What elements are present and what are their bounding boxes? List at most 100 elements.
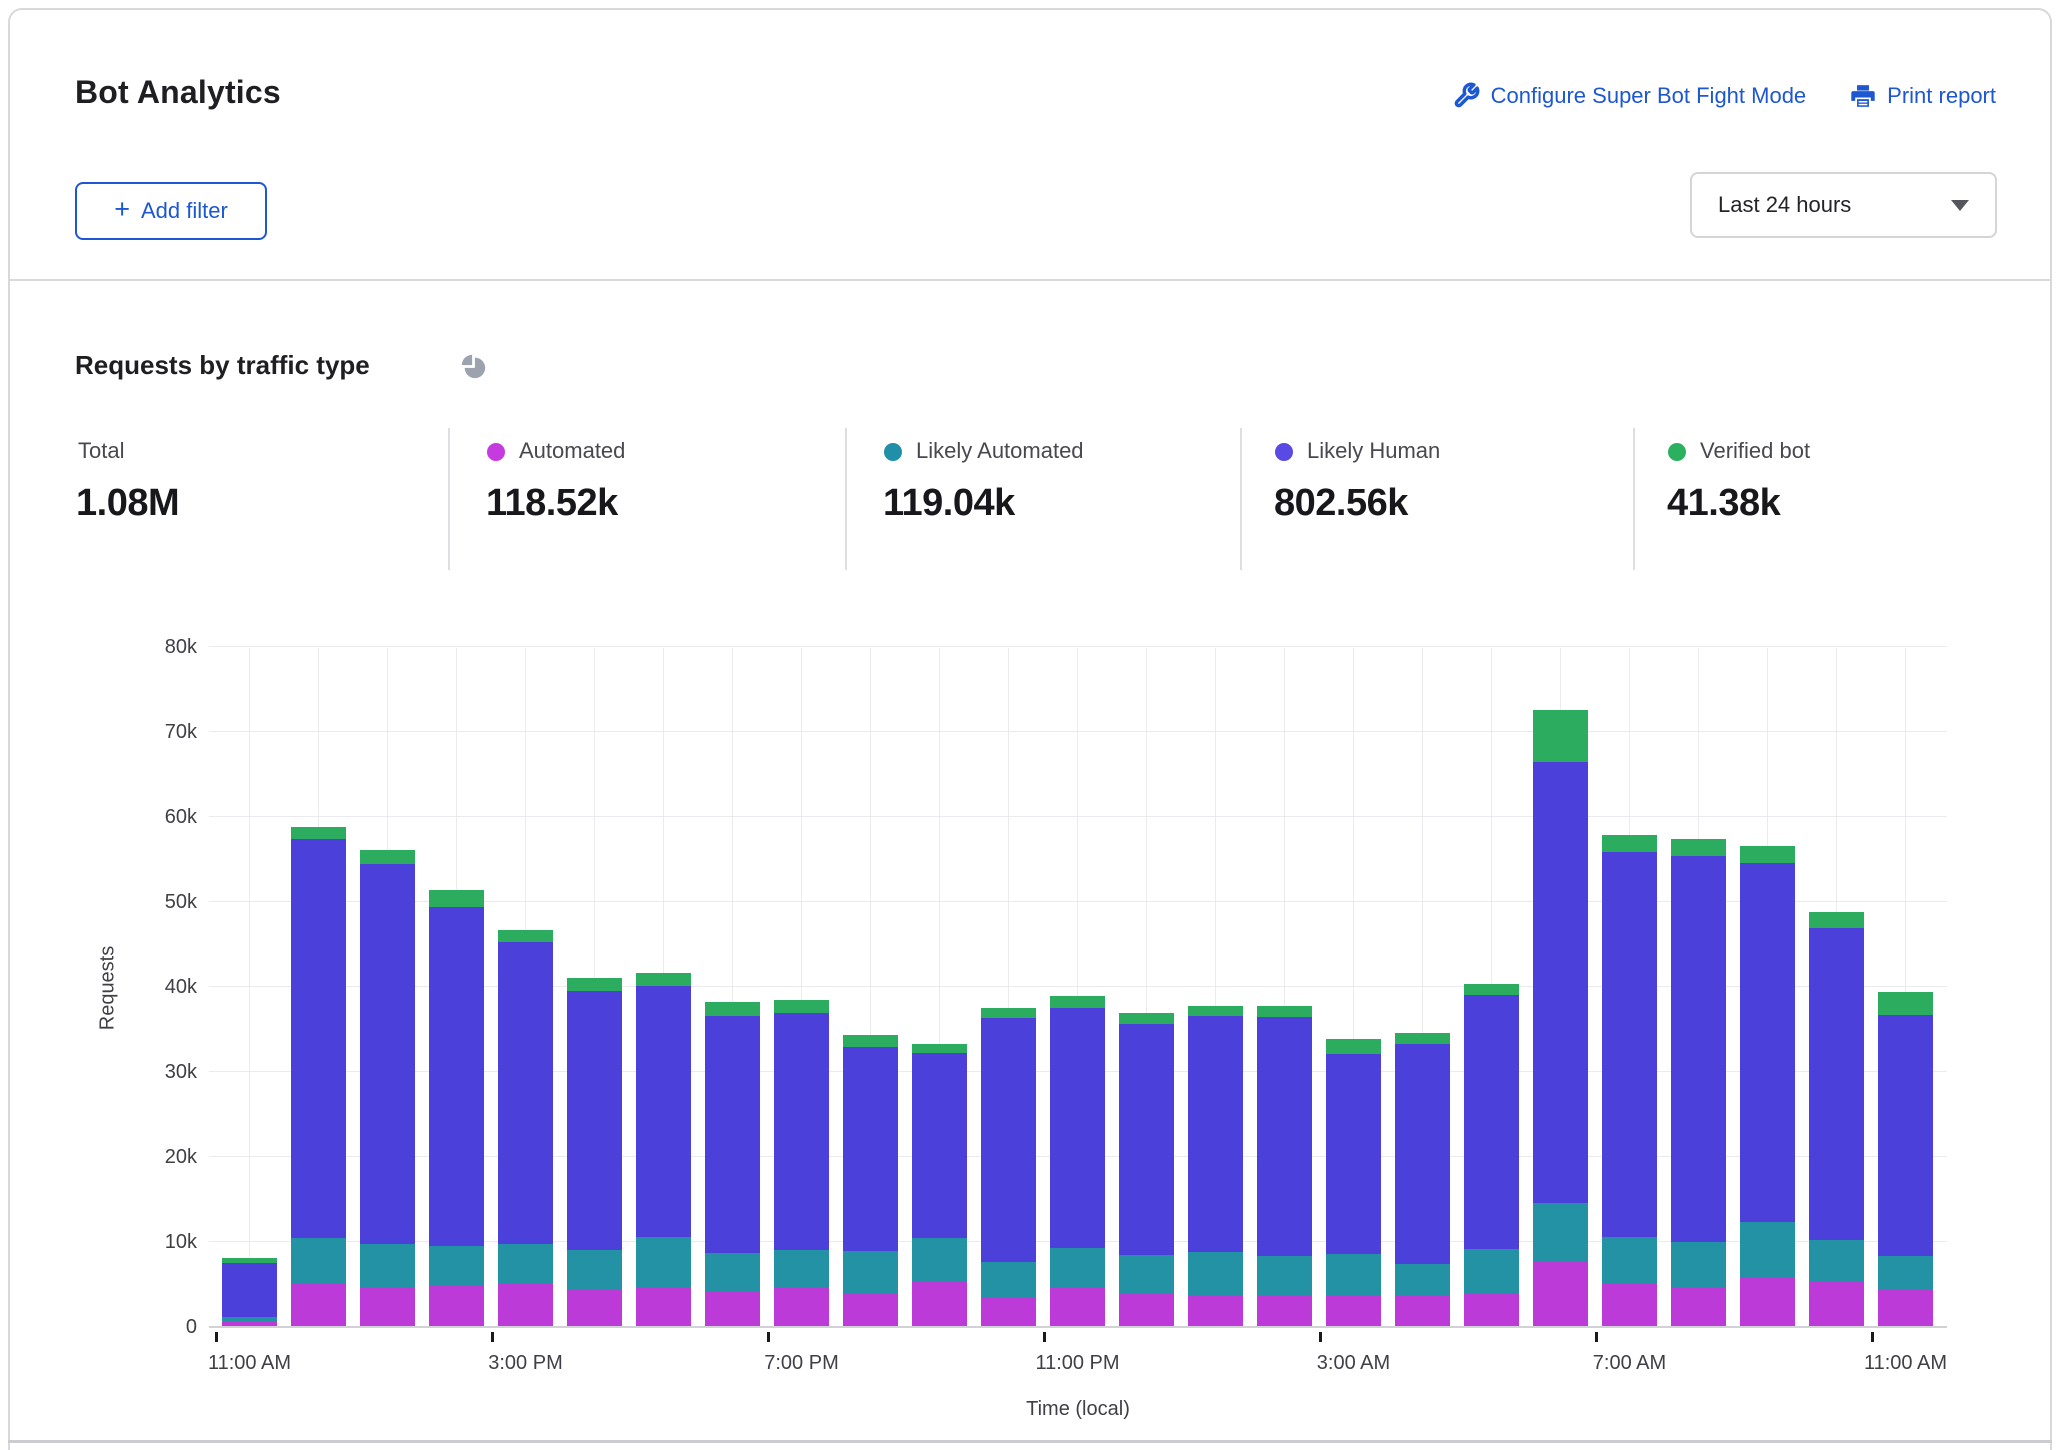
- bar-segment-automated[interactable]: [1464, 1294, 1519, 1326]
- stat-total-value[interactable]: 1.08M: [76, 482, 179, 525]
- bar-segment-verified-bot[interactable]: [1878, 992, 1933, 1015]
- bar-segment-likely-automated[interactable]: [291, 1238, 346, 1285]
- bar-segment-automated[interactable]: [360, 1288, 415, 1326]
- bar-segment-automated[interactable]: [1878, 1289, 1933, 1326]
- bar-segment-likely-automated[interactable]: [222, 1317, 277, 1322]
- configure-super-bot-fight-mode-link[interactable]: Configure Super Bot Fight Mode: [1453, 82, 1807, 109]
- bar-segment-automated[interactable]: [567, 1289, 622, 1326]
- bar-segment-likely-human[interactable]: [1878, 1015, 1933, 1256]
- bar-segment-likely-human[interactable]: [1119, 1024, 1174, 1255]
- bar-segment-verified-bot[interactable]: [981, 1008, 1036, 1018]
- bar-segment-verified-bot[interactable]: [1050, 996, 1105, 1008]
- bar-segment-verified-bot[interactable]: [1464, 984, 1519, 995]
- bar-segment-likely-automated[interactable]: [1464, 1249, 1519, 1294]
- bar-segment-likely-human[interactable]: [1257, 1017, 1312, 1256]
- bar-segment-likely-automated[interactable]: [1326, 1254, 1381, 1295]
- bar-segment-likely-automated[interactable]: [1188, 1252, 1243, 1296]
- bar-segment-verified-bot[interactable]: [843, 1035, 898, 1047]
- bar-segment-likely-human[interactable]: [1533, 762, 1588, 1202]
- add-filter-button[interactable]: + Add filter: [75, 182, 267, 240]
- bar-segment-likely-human[interactable]: [1395, 1044, 1450, 1264]
- bar-segment-likely-automated[interactable]: [981, 1262, 1036, 1298]
- bar-segment-likely-human[interactable]: [636, 986, 691, 1237]
- bar-segment-verified-bot[interactable]: [1740, 846, 1795, 863]
- time-range-dropdown[interactable]: Last 24 hours: [1690, 172, 1997, 238]
- bar-segment-automated[interactable]: [1188, 1296, 1243, 1326]
- bar-segment-likely-human[interactable]: [498, 942, 553, 1245]
- bar-segment-likely-human[interactable]: [843, 1047, 898, 1251]
- bar-segment-automated[interactable]: [1602, 1284, 1657, 1326]
- bar-segment-likely-automated[interactable]: [1395, 1264, 1450, 1295]
- bar-segment-verified-bot[interactable]: [1602, 835, 1657, 852]
- bar-segment-verified-bot[interactable]: [1119, 1013, 1174, 1024]
- bar-segment-likely-automated[interactable]: [429, 1246, 484, 1286]
- bar-segment-likely-automated[interactable]: [1533, 1203, 1588, 1263]
- bar-segment-automated[interactable]: [1119, 1293, 1174, 1326]
- bar-segment-likely-automated[interactable]: [1602, 1237, 1657, 1285]
- stat-automated-value[interactable]: 118.52k: [486, 482, 618, 525]
- bar-segment-verified-bot[interactable]: [1809, 912, 1864, 928]
- print-report-link[interactable]: Print report: [1850, 83, 1996, 109]
- bar-segment-automated[interactable]: [705, 1291, 760, 1326]
- bar-segment-automated[interactable]: [291, 1284, 346, 1326]
- bar-segment-likely-human[interactable]: [222, 1263, 277, 1317]
- bar-segment-likely-automated[interactable]: [1878, 1256, 1933, 1288]
- bar-segment-verified-bot[interactable]: [222, 1258, 277, 1263]
- bar-segment-verified-bot[interactable]: [1671, 839, 1726, 856]
- bar-segment-verified-bot[interactable]: [567, 978, 622, 991]
- bar-segment-likely-human[interactable]: [1326, 1054, 1381, 1254]
- bar-segment-likely-human[interactable]: [981, 1018, 1036, 1262]
- bar-segment-automated[interactable]: [222, 1322, 277, 1326]
- bar-segment-verified-bot[interactable]: [1326, 1039, 1381, 1054]
- bar-segment-automated[interactable]: [1809, 1282, 1864, 1326]
- bar-segment-likely-automated[interactable]: [567, 1250, 622, 1289]
- bar-segment-automated[interactable]: [1050, 1288, 1105, 1326]
- bar-segment-verified-bot[interactable]: [1257, 1006, 1312, 1018]
- bar-segment-verified-bot[interactable]: [912, 1044, 967, 1053]
- bar-segment-likely-automated[interactable]: [912, 1238, 967, 1281]
- bar-segment-automated[interactable]: [774, 1288, 829, 1326]
- bar-segment-verified-bot[interactable]: [1395, 1033, 1450, 1044]
- bar-segment-verified-bot[interactable]: [1533, 710, 1588, 763]
- bar-segment-verified-bot[interactable]: [774, 1000, 829, 1014]
- bar-segment-likely-automated[interactable]: [1740, 1222, 1795, 1276]
- bar-segment-likely-automated[interactable]: [498, 1244, 553, 1284]
- bar-segment-automated[interactable]: [1326, 1295, 1381, 1326]
- bar-segment-verified-bot[interactable]: [291, 827, 346, 839]
- bar-segment-likely-human[interactable]: [912, 1053, 967, 1238]
- bar-segment-likely-automated[interactable]: [774, 1250, 829, 1287]
- stat-verified-bot-value[interactable]: 41.38k: [1667, 482, 1780, 525]
- bar-segment-likely-automated[interactable]: [843, 1251, 898, 1293]
- bar-segment-likely-automated[interactable]: [1257, 1256, 1312, 1294]
- bar-segment-likely-automated[interactable]: [1809, 1240, 1864, 1282]
- stat-likely-automated-value[interactable]: 119.04k: [883, 482, 1015, 525]
- bar-segment-automated[interactable]: [1257, 1295, 1312, 1326]
- bar-segment-likely-human[interactable]: [1740, 863, 1795, 1223]
- bar-segment-automated[interactable]: [912, 1282, 967, 1326]
- bar-segment-likely-human[interactable]: [291, 839, 346, 1238]
- bar-segment-verified-bot[interactable]: [498, 930, 553, 942]
- bar-segment-likely-automated[interactable]: [705, 1253, 760, 1291]
- bar-segment-automated[interactable]: [636, 1287, 691, 1326]
- bar-segment-automated[interactable]: [981, 1298, 1036, 1326]
- bar-segment-verified-bot[interactable]: [636, 973, 691, 986]
- bar-segment-likely-human[interactable]: [1809, 928, 1864, 1240]
- bar-segment-automated[interactable]: [1671, 1287, 1726, 1326]
- bar-segment-likely-human[interactable]: [1671, 856, 1726, 1242]
- stat-likely-human-value[interactable]: 802.56k: [1274, 482, 1408, 525]
- bar-segment-likely-human[interactable]: [705, 1016, 760, 1253]
- bar-segment-automated[interactable]: [429, 1286, 484, 1326]
- bar-segment-likely-human[interactable]: [1050, 1008, 1105, 1248]
- bar-segment-likely-human[interactable]: [774, 1013, 829, 1250]
- bar-segment-likely-automated[interactable]: [1671, 1242, 1726, 1287]
- bar-segment-likely-human[interactable]: [1464, 995, 1519, 1248]
- bar-segment-likely-automated[interactable]: [1119, 1255, 1174, 1292]
- bar-segment-automated[interactable]: [498, 1284, 553, 1326]
- bar-segment-likely-automated[interactable]: [360, 1244, 415, 1288]
- bar-segment-automated[interactable]: [1533, 1262, 1588, 1326]
- bar-segment-likely-automated[interactable]: [636, 1237, 691, 1287]
- bar-segment-verified-bot[interactable]: [360, 850, 415, 864]
- bar-segment-automated[interactable]: [843, 1293, 898, 1326]
- bar-segment-verified-bot[interactable]: [429, 890, 484, 907]
- bar-segment-likely-human[interactable]: [1602, 852, 1657, 1237]
